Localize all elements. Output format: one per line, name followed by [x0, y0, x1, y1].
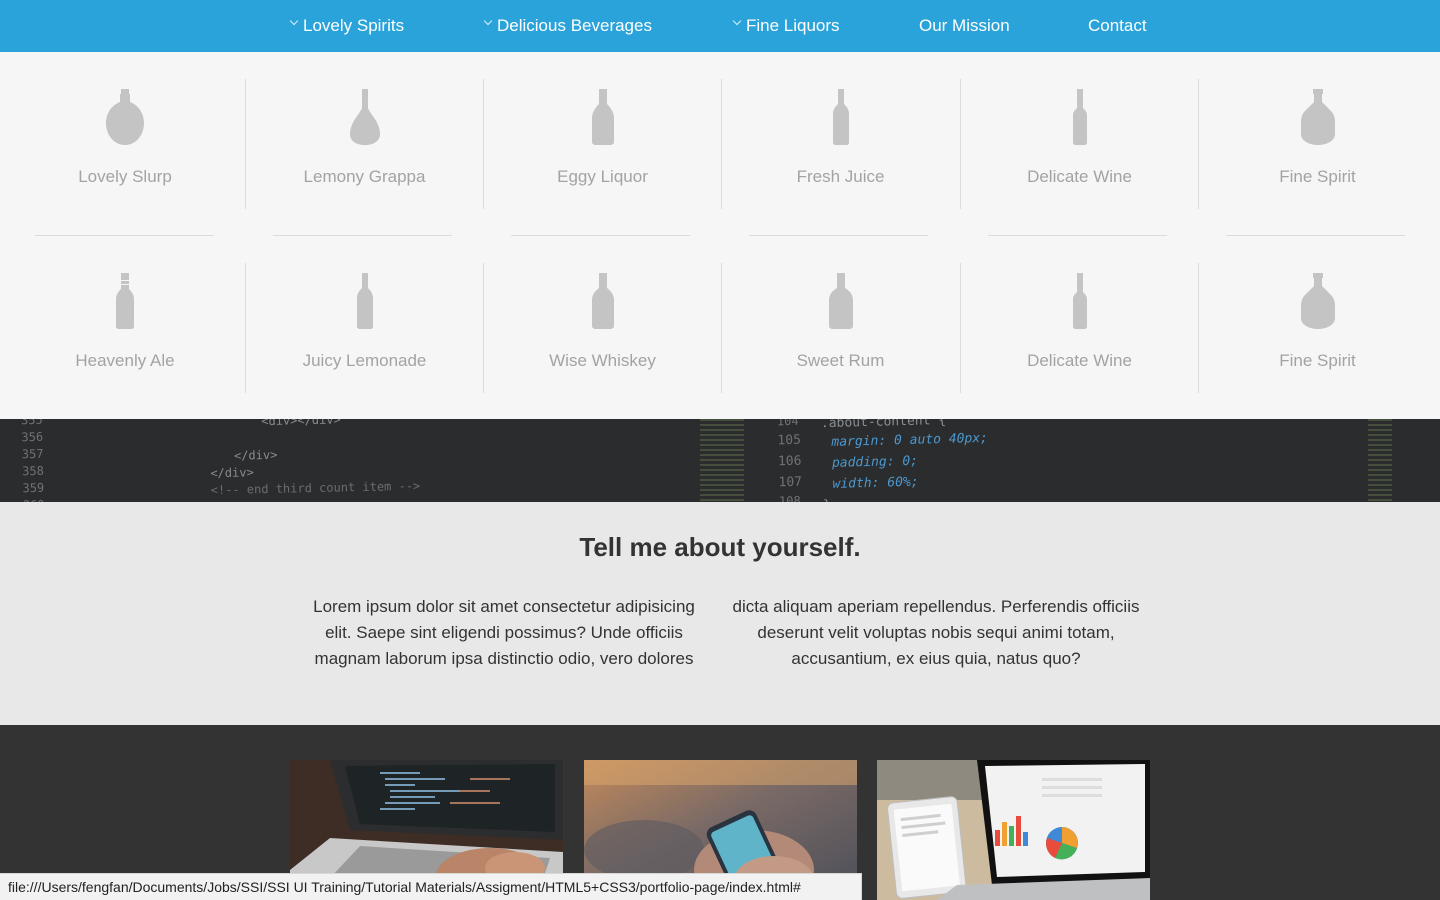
about-text-column-1: Lorem ipsum dolor sit amet consectetur a…: [313, 597, 695, 668]
menu-item-lovely-slurp[interactable]: Lovely Slurp: [6, 79, 244, 209]
menu-row-divider: [511, 235, 690, 236]
tablet-and-laptop-charts-photo: [877, 760, 1150, 900]
spirit-bottle-icon: [1300, 89, 1335, 145]
nav-item-contact[interactable]: Contact: [1088, 0, 1147, 52]
menu-item-label: Fine Spirit: [1279, 351, 1356, 370]
line-number: 107: [778, 474, 803, 491]
menu-item-delicate-wine[interactable]: Delicate Wine: [960, 79, 1198, 209]
menu-item-wise-whiskey[interactable]: Wise Whiskey: [483, 263, 721, 393]
round-bottle-icon: [106, 89, 144, 145]
top-nav-bar: Lovely Spirits Delicious Beverages Fine …: [0, 0, 1440, 52]
code-line: margin: 0 auto 40px;: [831, 430, 989, 450]
chevron-down-icon: [289, 16, 299, 26]
line-number: 357: [21, 446, 44, 462]
line-number: 358: [22, 463, 44, 479]
menu-item-label: Juicy Lemonade: [302, 351, 427, 370]
menu-row-divider: [1226, 235, 1405, 236]
chevron-down-icon: [732, 16, 742, 26]
wine-bottle-icon: [1072, 273, 1087, 329]
portfolio-thumb-tablet-and-laptop[interactable]: [877, 760, 1150, 900]
menu-row-divider: [749, 235, 928, 236]
menu-item-label: Delicate Wine: [1027, 351, 1132, 370]
mega-menu-dropdown: Lovely Slurp Lemony Grappa Eggy Liquor F…: [0, 52, 1440, 419]
menu-item-label: Fine Spirit: [1279, 167, 1356, 186]
code-line-numbers-right: 104 105 106 107 108: [777, 419, 803, 502]
menu-item-juicy-lemonade[interactable]: Juicy Lemonade: [245, 263, 483, 393]
line-number: 359: [22, 480, 45, 496]
menu-item-heavenly-ale[interactable]: Heavenly Ale: [6, 263, 244, 393]
nav-item-fine-liquors[interactable]: Fine Liquors: [732, 0, 840, 52]
menu-item-label: Heavenly Ale: [75, 351, 175, 370]
about-text-column-2: dicta aliquam aperiam repellendus. Perfe…: [732, 597, 1140, 668]
line-number: 106: [777, 453, 802, 470]
nav-item-label: Contact: [1088, 16, 1147, 35]
nav-item-label: Fine Liquors: [746, 16, 840, 35]
menu-item-label: Lemony Grappa: [303, 167, 426, 186]
wine-bottle-icon: [1072, 89, 1087, 145]
line-number: 356: [21, 429, 44, 445]
code-minimap: [1368, 419, 1392, 502]
menu-item-sweet-rum[interactable]: Sweet Rum: [721, 263, 959, 393]
code-background-banner: 355 356 357 358 359 360 <div></div> </di…: [0, 419, 1440, 502]
code-line-numbers-left: 355 356 357 358 359 360: [21, 419, 45, 502]
menu-row-divider: [273, 235, 452, 236]
menu-row-divider: [35, 235, 214, 236]
menu-item-fine-spirit-2[interactable]: Fine Spirit: [1198, 263, 1436, 393]
line-number: 104: [776, 419, 799, 429]
nav-item-label: Delicious Beverages: [497, 16, 652, 35]
line-number: 105: [777, 432, 802, 449]
nav-item-delicious-beverages[interactable]: Delicious Beverages: [483, 0, 652, 52]
menu-item-fine-spirit[interactable]: Fine Spirit: [1198, 79, 1436, 209]
rum-bottle-icon: [828, 273, 853, 329]
line-number: 108: [778, 493, 801, 502]
ale-bottle-icon: [116, 273, 134, 329]
line-number: 355: [20, 419, 43, 428]
nav-item-label: Lovely Spirits: [303, 16, 405, 35]
menu-item-fresh-juice[interactable]: Fresh Juice: [721, 79, 959, 209]
menu-item-label: Eggy Liquor: [557, 167, 648, 186]
menu-item-label: Sweet Rum: [796, 351, 885, 370]
menu-item-label: Fresh Juice: [796, 167, 885, 186]
about-section: Tell me about yourself. Lorem ipsum dolo…: [0, 502, 1440, 725]
about-heading: Tell me about yourself.: [579, 532, 861, 562]
code-minimap: [700, 419, 744, 502]
menu-item-label: Wise Whiskey: [549, 351, 656, 370]
code-text-left: <div></div> </div> </div> <!-- end third…: [209, 419, 420, 499]
menu-item-label: Delicate Wine: [1027, 167, 1132, 186]
menu-item-label: Lovely Slurp: [78, 167, 172, 186]
browser-status-bar-url: file:///Users/fengfan/Documents/Jobs/SSI…: [0, 873, 862, 900]
grappa-bottle-icon: [349, 89, 380, 145]
lemonade-bottle-icon: [356, 273, 373, 329]
juice-bottle-icon: [832, 89, 849, 145]
chevron-down-icon: [483, 16, 493, 26]
code-line: <!-- end third count item -->: [210, 478, 421, 498]
whiskey-bottle-icon: [591, 273, 614, 329]
nav-item-label: Our Mission: [919, 16, 1010, 35]
liquor-bottle-icon: [591, 89, 614, 145]
menu-item-delicate-wine-2[interactable]: Delicate Wine: [960, 263, 1198, 393]
menu-item-eggy-liquor[interactable]: Eggy Liquor: [483, 79, 721, 209]
nav-item-lovely-spirits[interactable]: Lovely Spirits: [289, 0, 405, 52]
spirit-bottle-icon: [1300, 273, 1335, 329]
menu-item-lemony-grappa[interactable]: Lemony Grappa: [245, 79, 483, 209]
code-text-right: .about-content { margin: 0 auto 40px; pa…: [821, 419, 990, 502]
menu-row-divider: [988, 235, 1167, 236]
nav-item-our-mission[interactable]: Our Mission: [919, 0, 1010, 52]
